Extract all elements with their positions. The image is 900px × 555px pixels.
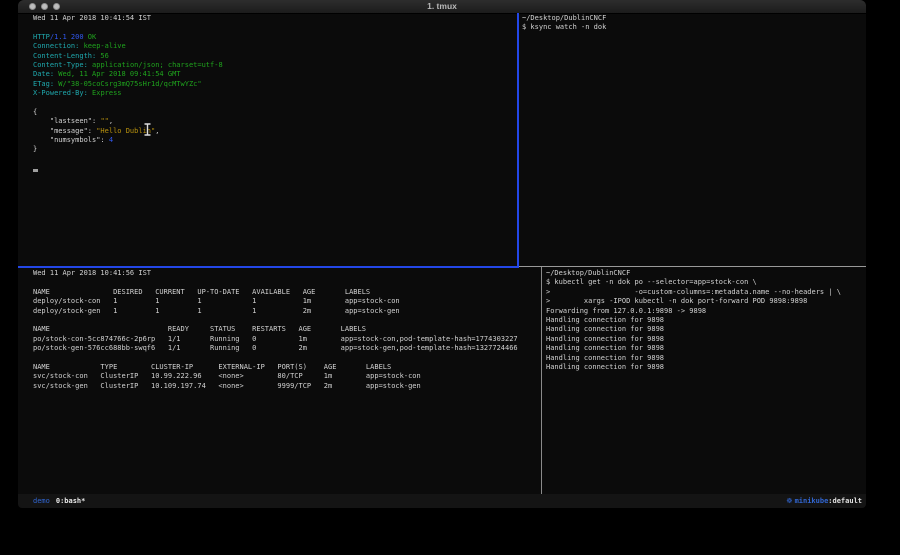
terminal-line: svc/stock-con ClusterIP 10.99.222.96 <no… <box>33 372 518 381</box>
pane-kubectl-resources[interactable]: Wed 11 Apr 2018 10:41:56 IST NAME DESIRED… <box>33 269 518 391</box>
terminal-line: Forwarding from 127.0.0.1:9898 -> 9898 <box>546 307 841 316</box>
session-name: demo <box>33 494 50 508</box>
pane-ksync-watch[interactable]: ~/Desktop/DublinCNCF$ ksync watch -n dok <box>522 14 606 33</box>
pane-http-response[interactable]: Wed 11 Apr 2018 10:41:54 IST HTTP/1.1 200… <box>33 14 223 155</box>
pane-divider-horizontal-active[interactable] <box>18 266 519 268</box>
terminal-line: deploy/stock-con 1 1 1 1 1m app=stock-co… <box>33 297 518 306</box>
terminal-line: Handling connection for 9898 <box>546 335 841 344</box>
terminal-line: HTTP/1.1 200 OK <box>33 33 223 42</box>
terminal-line: $ ksync watch -n dok <box>522 23 606 32</box>
terminal-line: > -o=custom-columns=:metadata.name --no-… <box>546 288 841 297</box>
terminal-line: ~/Desktop/DublinCNCF <box>546 269 841 278</box>
window-title: 1. tmux <box>18 1 866 11</box>
terminal-line: } <box>33 145 223 154</box>
terminal-line <box>33 278 518 287</box>
terminal-line: NAME TYPE CLUSTER-IP EXTERNAL-IP PORT(S)… <box>33 363 518 372</box>
terminal-line: po/stock-con-5cc874766c-2p6rp 1/1 Runnin… <box>33 335 518 344</box>
terminal-line: "lastseen": "", <box>33 117 223 126</box>
terminal-line: ETag: W/"38-05coCsrg3mQ75sHr1d/qcMTwYZc" <box>33 80 223 89</box>
terminal-line: Handling connection for 9898 <box>546 354 841 363</box>
terminal-line: NAME DESIRED CURRENT UP-TO-DATE AVAILABL… <box>33 288 518 297</box>
terminal-line: $ kubectl get -n dok po --selector=app=s… <box>546 278 841 287</box>
terminal-line: Handling connection for 9898 <box>546 316 841 325</box>
pane-divider-vertical-top[interactable] <box>517 13 519 266</box>
terminal-line: Wed 11 Apr 2018 10:41:56 IST <box>33 269 518 278</box>
terminal-line: { <box>33 108 223 117</box>
terminal-line: Handling connection for 9898 <box>546 363 841 372</box>
terminal-line: Content-Length: 56 <box>33 52 223 61</box>
terminal-line: X-Powered-By: Express <box>33 89 223 98</box>
terminal-line: > xargs -IPOD kubectl -n dok port-forwar… <box>546 297 841 306</box>
desktop: 1. tmux Wed 11 Apr 2018 10:41:54 IST HTTP… <box>0 0 900 555</box>
terminal-line: Content-Type: application/json; charset=… <box>33 61 223 70</box>
terminal-line: Connection: keep-alive <box>33 42 223 51</box>
mouse-ibeam-cursor <box>143 123 152 136</box>
terminal-line: "numsymbols": 4 <box>33 136 223 145</box>
terminal-line <box>33 354 518 363</box>
pane-port-forward[interactable]: ~/Desktop/DublinCNCF$ kubectl get -n dok… <box>546 269 841 372</box>
kube-namespace: :default <box>828 494 862 508</box>
pane-divider-horizontal-right[interactable] <box>519 266 866 267</box>
terminal-line: ~/Desktop/DublinCNCF <box>522 14 606 23</box>
pane-divider-vertical-bottom[interactable] <box>541 267 542 494</box>
terminal-line <box>33 316 518 325</box>
terminal-cursor <box>33 169 38 172</box>
tmux-status-bar: demo 0:bash* ☸ minikube :default <box>18 494 866 508</box>
terminal-line: Handling connection for 9898 <box>546 344 841 353</box>
terminal-line <box>33 99 223 108</box>
terminal-line: Date: Wed, 11 Apr 2018 09:41:54 GMT <box>33 70 223 79</box>
terminal-line: NAME READY STATUS RESTARTS AGE LABELS <box>33 325 518 334</box>
terminal-line: svc/stock-gen ClusterIP 10.109.197.74 <n… <box>33 382 518 391</box>
kubernetes-helm-icon: ☸ <box>786 494 792 508</box>
window-titlebar[interactable]: 1. tmux <box>18 0 866 14</box>
terminal-line: "message": "Hello Dublin", <box>33 127 223 136</box>
terminal-line: po/stock-gen-576cc688bb-swqf6 1/1 Runnin… <box>33 344 518 353</box>
kube-context: minikube <box>795 494 829 508</box>
terminal-line: deploy/stock-gen 1 1 1 1 2m app=stock-ge… <box>33 307 518 316</box>
active-window-label[interactable]: 0:bash* <box>56 494 86 508</box>
terminal-line: Handling connection for 9898 <box>546 325 841 334</box>
terminal-line <box>33 23 223 32</box>
terminal-line: Wed 11 Apr 2018 10:41:54 IST <box>33 14 223 23</box>
terminal-window: 1. tmux Wed 11 Apr 2018 10:41:54 IST HTTP… <box>18 0 866 508</box>
